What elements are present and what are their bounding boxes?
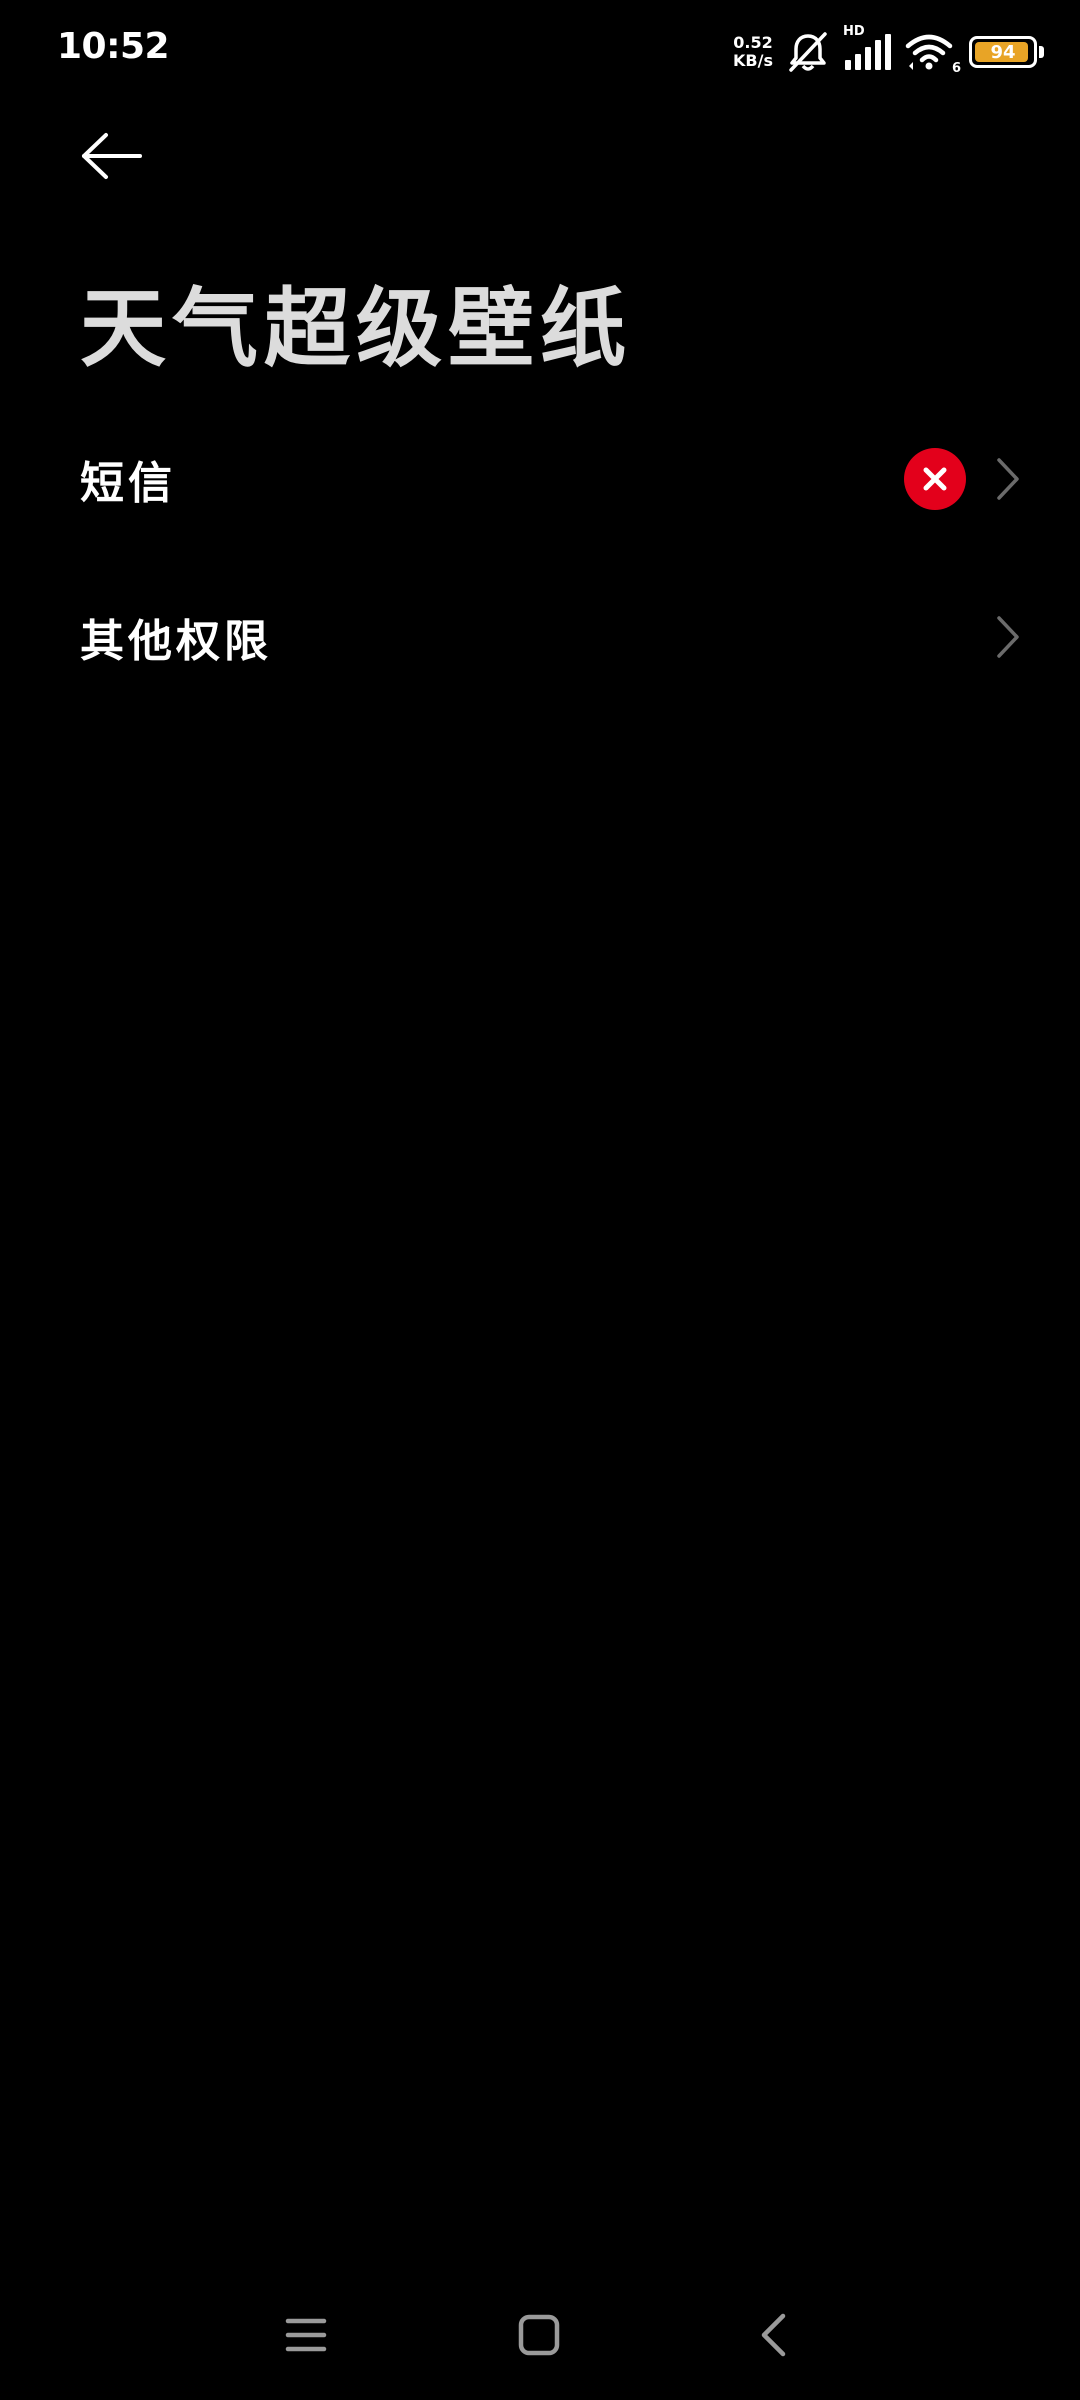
battery-icon: 94 (969, 36, 1044, 68)
network-speed: 0.52 KB/s (733, 34, 773, 70)
menu-icon (285, 2318, 327, 2352)
chevron-right-icon (996, 457, 1020, 501)
arrow-left-icon (82, 133, 142, 179)
permission-item-label: 其他权限 (80, 616, 272, 667)
wifi-icon: 6 (905, 32, 961, 76)
close-circle-icon (904, 448, 966, 510)
navigation-bar (0, 2290, 1080, 2380)
permission-item-label: 短信 (80, 458, 176, 509)
network-speed-value: 0.52 (733, 33, 773, 52)
cell-signal-icon: HD (843, 24, 893, 72)
wifi-label: 6 (951, 61, 961, 76)
permission-item-other[interactable]: 其他权限 (0, 558, 1080, 716)
signal-type-label: HD (843, 24, 865, 39)
page-title: 天气超级壁纸 (80, 278, 632, 379)
status-bar: 10:52 0.52 KB/s HD 6 94 (0, 0, 1080, 100)
permission-item-status (904, 448, 1020, 510)
battery-cap (1039, 46, 1044, 58)
permission-item-sms[interactable]: 短信 (0, 400, 1080, 558)
bell-off-icon (785, 30, 831, 74)
nav-back-button[interactable] (738, 2300, 808, 2370)
battery-body: 94 (969, 36, 1037, 68)
status-icons: 0.52 KB/s HD 6 94 (733, 24, 1044, 76)
permission-item-status (996, 615, 1020, 659)
status-time: 10:52 (57, 26, 170, 67)
back-icon (761, 2313, 786, 2357)
back-button[interactable] (72, 120, 152, 192)
home-button[interactable] (504, 2300, 574, 2370)
permission-list: 短信 其他权限 (0, 400, 1080, 716)
network-speed-unit: KB/s (733, 51, 773, 70)
battery-level: 94 (990, 41, 1016, 63)
chevron-right-icon (996, 615, 1020, 659)
home-icon (518, 2314, 560, 2356)
recents-button[interactable] (271, 2300, 341, 2370)
